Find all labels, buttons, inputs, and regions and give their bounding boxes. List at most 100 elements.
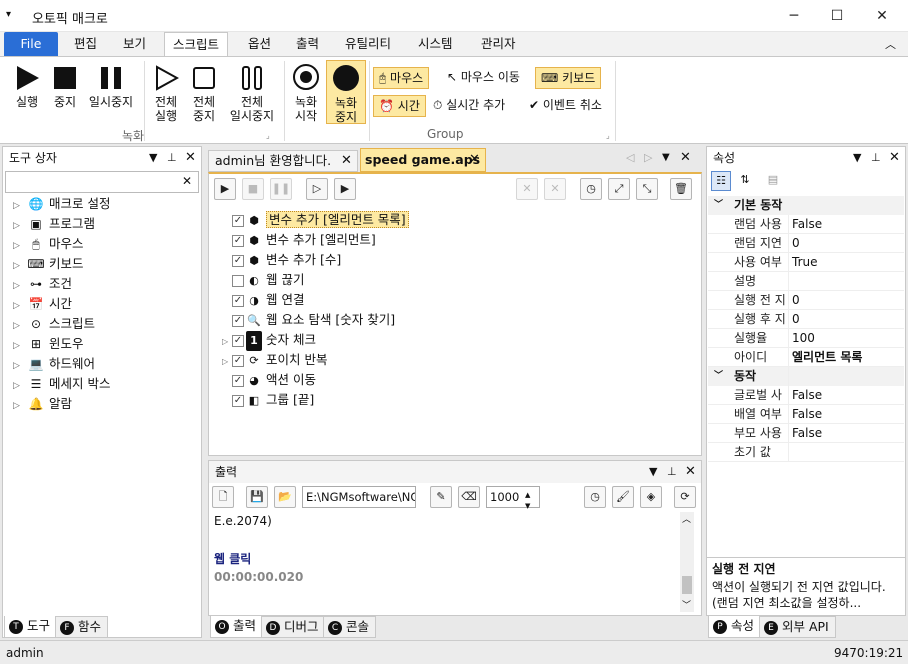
tab-tools[interactable]: T 도구: [4, 616, 58, 638]
maximize-button[interactable]: ☐: [817, 4, 857, 28]
property-category[interactable]: ﹀ 동작: [708, 367, 904, 386]
max-lines-stepper[interactable]: 1000 ▲ ▼: [486, 486, 540, 510]
disable-button[interactable]: ✕: [516, 178, 538, 200]
expand-arrow-icon[interactable]: ▷: [222, 332, 232, 352]
color-button[interactable]: 🖌: [612, 486, 634, 508]
enable-button[interactable]: ✕: [544, 178, 566, 200]
expand-all-button[interactable]: ⤢: [608, 178, 630, 200]
scroll-down-icon[interactable]: ﹀: [682, 598, 691, 611]
sort-alpha-icon[interactable]: ⇅: [735, 171, 755, 191]
stop-all-button[interactable]: 전체 중지: [186, 65, 222, 123]
tab-debug[interactable]: D 디버그: [261, 616, 326, 638]
scroll-left-icon[interactable]: ◁: [626, 151, 634, 164]
tab-functions[interactable]: F 함수: [55, 616, 109, 638]
property-value[interactable]: False: [792, 386, 822, 405]
toolbox-item[interactable]: ▷ ⊙ 스크립트: [13, 314, 95, 334]
run-selected-button[interactable]: ▶: [334, 178, 356, 200]
dropdown-icon[interactable]: ▼: [149, 147, 157, 169]
action-checkbox[interactable]: ✓: [232, 234, 244, 247]
toolbox-item[interactable]: ▷ ☰ 메세지 박스: [13, 374, 110, 394]
close-tab-icon[interactable]: ✕: [341, 151, 352, 171]
scroll-thumb[interactable]: [682, 576, 692, 594]
toolbox-item[interactable]: ▷ 🔔 알람: [13, 394, 72, 414]
property-category[interactable]: ﹀ 기본 동작: [708, 196, 904, 215]
property-value[interactable]: 0: [792, 310, 800, 329]
menu-script[interactable]: 스크립트: [164, 32, 229, 57]
property-value[interactable]: True: [792, 253, 818, 272]
keyboard-record-toggle[interactable]: ⌨ 키보드: [535, 67, 602, 89]
pause-all-button[interactable]: 전체 일시중지: [224, 65, 280, 123]
toolbox-item[interactable]: ▷ 💻 하드웨어: [13, 354, 95, 374]
clear-search-icon[interactable]: ✕: [182, 174, 192, 188]
tab-speed-game[interactable]: speed game.aps ✕: [360, 148, 486, 172]
property-value[interactable]: False: [792, 424, 822, 443]
close-tab-icon[interactable]: ✕: [469, 149, 480, 171]
record-stop-button[interactable]: 녹화 중지: [326, 60, 366, 124]
expand-arrow-icon[interactable]: ▷: [13, 356, 27, 376]
property-row[interactable]: 글로벌 사 False: [708, 386, 904, 405]
event-cancel-toggle[interactable]: ✔ 이벤트 취소: [524, 95, 607, 117]
scroll-up-icon[interactable]: ︿: [682, 512, 691, 525]
expand-arrow-icon[interactable]: ▷: [13, 376, 27, 396]
expand-arrow-icon[interactable]: ▷: [222, 352, 232, 372]
action-checkbox[interactable]: ✓: [232, 394, 244, 407]
collapse-ribbon-icon[interactable]: ︿: [885, 36, 896, 52]
expand-arrow-icon[interactable]: ▷: [13, 256, 27, 276]
toolbox-item[interactable]: ▷ ⌨ 키보드: [13, 254, 84, 274]
property-value[interactable]: 100: [792, 329, 815, 348]
run-script-button[interactable]: ▶: [214, 178, 236, 200]
tab-list-icon[interactable]: ▼: [662, 152, 670, 163]
menu-edit[interactable]: 편집: [66, 32, 105, 56]
action-row[interactable]: ✓ 🔍 웹 요소 탐색 [숫자 찾기]: [222, 310, 395, 330]
tab-external-api[interactable]: E 외부 API: [759, 616, 836, 638]
property-pages-icon[interactable]: ▤: [763, 171, 783, 191]
run-button[interactable]: 실행: [8, 65, 46, 109]
menu-system[interactable]: 시스템: [410, 32, 461, 56]
delete-button[interactable]: 🗑: [670, 178, 692, 200]
time-record-toggle[interactable]: ⏰ 시간: [373, 95, 426, 117]
property-row[interactable]: 설명: [708, 272, 904, 291]
menu-output[interactable]: 출력: [288, 32, 327, 56]
action-row[interactable]: ✓ ◧ 그룹 [끝]: [222, 390, 314, 410]
action-checkbox[interactable]: ✓: [232, 254, 244, 267]
clear-selection-button[interactable]: ✎: [430, 486, 452, 508]
property-row[interactable]: 실행 후 지 0: [708, 310, 904, 329]
close-icon[interactable]: ✕: [685, 461, 696, 483]
collapse-arrow-icon[interactable]: ﹀: [714, 196, 723, 215]
action-row[interactable]: ✓ ⬢ 변수 추가 [엘리먼트 목록]: [222, 210, 409, 230]
property-row[interactable]: 부모 사용 False: [708, 424, 904, 443]
tab-welcome[interactable]: admin님 환영합니다. ✕: [208, 150, 358, 172]
toolbox-item[interactable]: ▷ 🖱 마우스: [13, 234, 84, 254]
close-button[interactable]: ✕: [862, 4, 902, 28]
dropdown-icon[interactable]: ▼: [649, 461, 657, 483]
run-from-button[interactable]: ▷: [306, 178, 328, 200]
property-value[interactable]: 0: [792, 291, 800, 310]
collapse-arrow-icon[interactable]: ﹀: [714, 367, 723, 386]
file-menu[interactable]: File: [4, 32, 58, 56]
expand-arrow-icon[interactable]: ▷: [13, 336, 27, 356]
property-value[interactable]: 0: [792, 234, 800, 253]
toolbox-search-input[interactable]: ✕: [5, 171, 199, 193]
menu-utility[interactable]: 유틸리티: [337, 32, 399, 56]
property-row[interactable]: 랜덤 지연 0: [708, 234, 904, 253]
dialog-launcher-icon[interactable]: ⌟: [606, 131, 610, 140]
pause-button[interactable]: 일시중지: [84, 65, 138, 109]
stepper-down-icon[interactable]: ▼: [525, 496, 530, 516]
pin-icon[interactable]: ⊥: [667, 461, 677, 483]
tab-output[interactable]: O 출력: [210, 616, 264, 638]
property-value[interactable]: False: [792, 215, 822, 234]
tab-properties[interactable]: P 속성: [708, 616, 762, 638]
expand-arrow-icon[interactable]: ▷: [13, 316, 27, 336]
scroll-right-icon[interactable]: ▷: [644, 151, 652, 164]
toolbox-item[interactable]: ▷ ▣ 프로그램: [13, 214, 95, 234]
toolbox-item[interactable]: ▷ ⊶ 조건: [13, 274, 72, 294]
close-icon[interactable]: ✕: [889, 147, 900, 169]
pin-icon[interactable]: ⊥: [167, 147, 177, 169]
collapse-all-button[interactable]: ⤡: [636, 178, 658, 200]
action-row[interactable]: ✓ ⬢ 변수 추가 [수]: [222, 250, 341, 270]
property-row[interactable]: 배열 여부 False: [708, 405, 904, 424]
fill-button[interactable]: ◈: [640, 486, 662, 508]
property-row[interactable]: 실행율 100: [708, 329, 904, 348]
mouse-record-toggle[interactable]: 🖰 마우스: [373, 67, 430, 89]
action-row[interactable]: ◐ 웹 끊기: [222, 270, 304, 290]
